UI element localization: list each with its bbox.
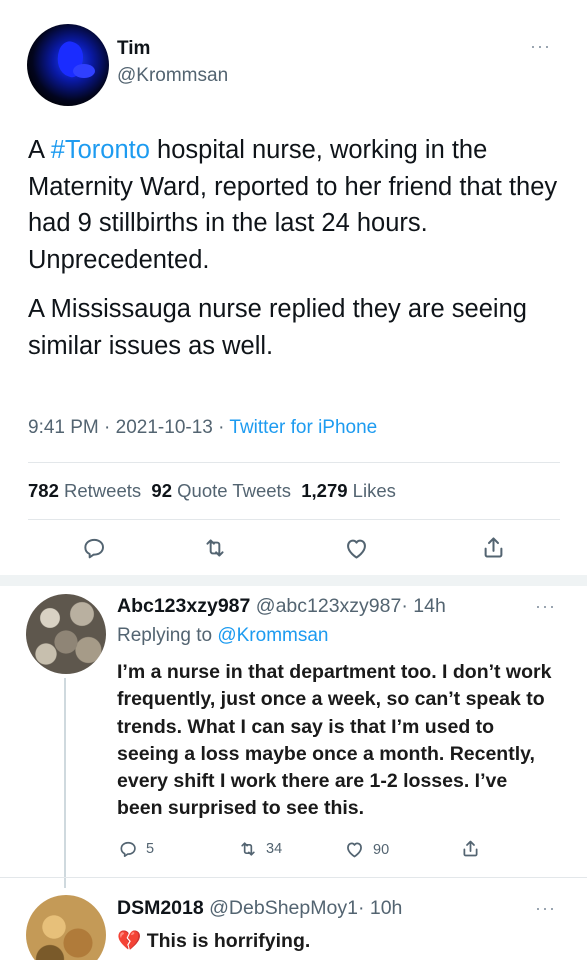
reply-likes[interactable]: 90 — [344, 839, 389, 860]
retweet-icon[interactable] — [200, 533, 230, 563]
more-options-icon[interactable]: ··· — [535, 596, 556, 617]
reply-avatar[interactable] — [26, 594, 106, 674]
replying-to-handle[interactable]: @Krommsan — [217, 625, 328, 646]
broken-heart-icon: 💔 — [117, 930, 142, 952]
tweet-time[interactable]: 9:41 PM — [28, 417, 99, 438]
reply-time: · 14h — [401, 595, 446, 617]
reply-avatar[interactable] — [26, 895, 106, 960]
avatar[interactable] — [27, 24, 109, 106]
reply-author-name[interactable]: Abc123xzy987 — [117, 595, 250, 617]
likes-stat[interactable]: 1,279 Likes — [301, 480, 396, 501]
tweet-source-link[interactable]: Twitter for iPhone — [229, 417, 377, 438]
tweet-date[interactable]: 2021-10-13 — [116, 417, 213, 438]
reply-time: · 10h — [357, 897, 403, 919]
tweet-meta: 9:41 PM · 2021-10-13 · Twitter for iPhon… — [28, 417, 378, 438]
divider — [0, 877, 587, 878]
share-icon[interactable] — [478, 532, 508, 562]
share-icon[interactable] — [460, 838, 481, 859]
reply-text: I’m a nurse in that department too. I do… — [117, 661, 552, 820]
replying-to: Replying to @Krommsan — [117, 625, 329, 646]
engagement-stats: 782 Retweets 92 Quote Tweets 1,279 Likes — [28, 480, 396, 502]
reply-author-handle[interactable]: @abc123xzy987 — [256, 595, 402, 617]
more-options-icon[interactable]: ··· — [530, 36, 551, 57]
reply-header: DSM2018 @DebShepMoy1· 10h — [117, 897, 402, 920]
reply-retweets[interactable]: 34 — [238, 839, 282, 859]
retweets-stat[interactable]: 782 Retweets — [28, 480, 141, 501]
reply-replies[interactable]: 5 — [118, 839, 154, 859]
divider — [28, 462, 560, 463]
author-handle[interactable]: @Krommsan — [117, 65, 228, 87]
retweet-icon — [241, 842, 255, 856]
hashtag-link[interactable]: #Toronto — [51, 136, 150, 164]
tweet-text: A #Toronto hospital nurse, working in th… — [28, 132, 568, 377]
section-separator — [0, 575, 587, 586]
reply-header: Abc123xzy987 @abc123xzy987· 14h — [117, 595, 446, 618]
reply-icon — [120, 841, 136, 857]
thread-line — [64, 678, 66, 888]
author-name[interactable]: Tim — [117, 38, 150, 60]
tweet-paragraph-2: A Mississauga nurse replied they are see… — [28, 295, 527, 360]
tweet-paragraph-1: A #Toronto hospital nurse, working in th… — [28, 136, 558, 274]
reply-author-name[interactable]: DSM2018 — [117, 897, 204, 919]
like-icon[interactable] — [341, 533, 371, 563]
divider — [28, 519, 560, 520]
more-options-icon[interactable]: ··· — [535, 898, 556, 919]
quote-tweets-stat[interactable]: 92 Quote Tweets — [151, 480, 291, 501]
reply-icon[interactable] — [79, 533, 109, 563]
like-icon — [347, 842, 362, 858]
reply-author-handle[interactable]: @DebShepMoy1 — [209, 897, 358, 919]
reply-text: 💔 This is horrifying. — [117, 930, 311, 952]
